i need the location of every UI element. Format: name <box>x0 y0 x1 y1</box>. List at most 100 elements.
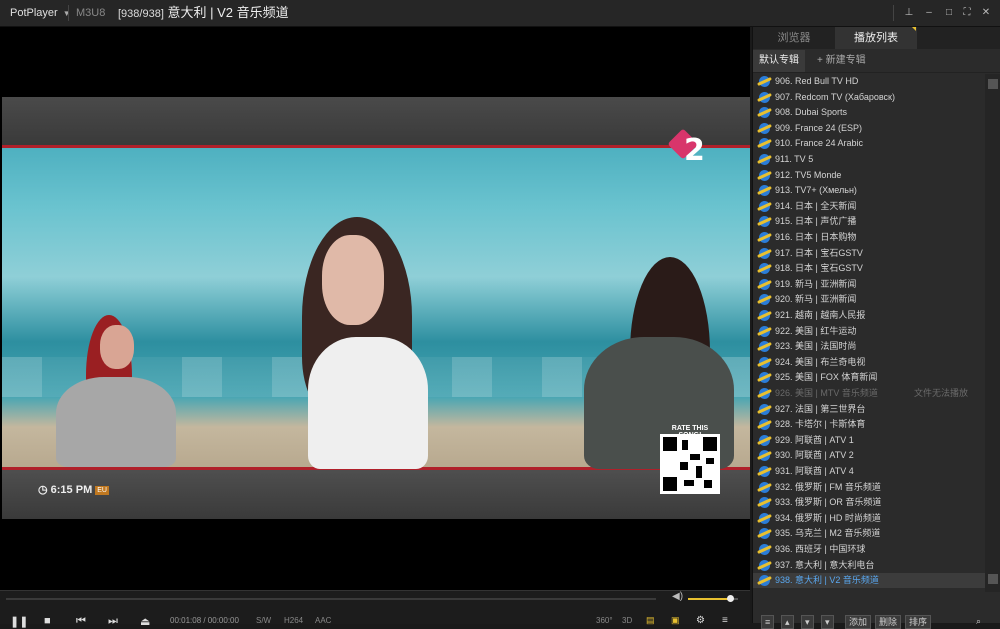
list-item-label: 918. 日本 | 宝石GSTV <box>775 263 863 274</box>
next-icon[interactable]: ⏭ <box>108 615 118 628</box>
list-item[interactable]: 911. TV 5 <box>753 152 985 167</box>
new-album-button[interactable]: + 新建专辑 <box>811 50 872 72</box>
stream-icon <box>759 528 770 540</box>
menu-icon[interactable]: ≡ <box>722 615 728 626</box>
minimize-icon[interactable]: – <box>920 4 938 22</box>
list-item[interactable]: 907. Redcom TV (Хабаровск) <box>753 90 985 105</box>
list-item[interactable]: 938. 意大利 | V2 音乐频道 <box>753 573 985 589</box>
stream-icon <box>759 356 770 368</box>
divider <box>893 5 894 21</box>
list-item[interactable]: 912. TV5 Monde <box>753 168 985 183</box>
list-item-label: 935. 乌克兰 | M2 音乐频道 <box>775 528 881 539</box>
list-item[interactable]: 921. 越南 | 越南人民报 <box>753 308 985 323</box>
tab-browser[interactable]: 浏览器 <box>753 27 835 49</box>
list-item[interactable]: 935. 乌克兰 | M2 音乐频道 <box>753 526 985 541</box>
list-item[interactable]: 908. Dubai Sports <box>753 105 985 120</box>
list-item[interactable]: 906. Red Bull TV HD <box>753 74 985 89</box>
list-item-label: 933. 俄罗斯 | OR 音乐频道 <box>775 497 882 508</box>
move-down-icon[interactable]: ▾ <box>801 615 814 629</box>
maximize-icon[interactable]: □ <box>940 4 958 22</box>
playlist-scrollbar[interactable] <box>985 74 1000 592</box>
overlay-clock: ◷ 6:15 PM EU <box>38 483 109 496</box>
subtitle-icon[interactable]: ▤ <box>646 615 655 626</box>
format-label: M3U8 <box>76 7 106 19</box>
list-item[interactable]: 933. 俄罗斯 | OR 音乐频道 <box>753 495 985 510</box>
fullscreen-icon[interactable]: ⛶ <box>958 4 976 22</box>
badge-sw[interactable]: S/W <box>256 616 271 625</box>
media-title: 意大利 | V2 音乐频道 <box>167 5 289 20</box>
app-menu-button[interactable]: PotPlayer ▼ <box>4 0 77 26</box>
stream-icon <box>759 575 770 587</box>
list-item[interactable]: 928. 卡塔尔 | 卡斯体育 <box>753 417 985 432</box>
list-item[interactable]: 925. 美国 | FOX 体育新闻 <box>753 370 985 385</box>
badge-360[interactable]: 360° <box>596 616 613 625</box>
tab-default-album[interactable]: 默认专辑 <box>753 50 805 72</box>
list-item[interactable]: 923. 美国 | 法国时尚 <box>753 339 985 354</box>
badge-codec[interactable]: H264 <box>284 616 303 625</box>
move-up-icon[interactable]: ▴ <box>781 615 794 629</box>
video-viewport[interactable]: 2 RATE THIS SONG! ◷ 6:15 PMEU <box>0 27 750 590</box>
list-item[interactable]: 926. 美国 | MTV 音乐频道 文件无法播放 <box>753 386 985 401</box>
list-item[interactable]: 920. 新马 | 亚洲新闻 <box>753 292 985 307</box>
volume-knob[interactable] <box>726 595 734 602</box>
list-item[interactable]: 922. 美国 | 红牛运动 <box>753 324 985 339</box>
stream-icon <box>759 76 770 87</box>
list-item[interactable]: 930. 阿联酋 | ATV 2 <box>753 448 985 463</box>
list-item[interactable]: 924. 美国 | 布兰奇电视 <box>753 355 985 370</box>
list-item-label: 906. Red Bull TV HD <box>775 76 859 86</box>
list-item[interactable]: 937. 意大利 | 意大利电台 <box>753 558 985 573</box>
sort-button[interactable]: 排序 <box>905 615 932 629</box>
list-item-label: 930. 阿联酋 | ATV 2 <box>775 450 854 461</box>
badge-audio[interactable]: AAC <box>315 616 331 625</box>
list-item[interactable]: 909. France 24 (ESP) <box>753 121 985 136</box>
volume-icon[interactable]: ◀) <box>672 591 683 602</box>
person-center <box>308 337 428 469</box>
list-item-label: 917. 日本 | 宝石GSTV <box>775 247 863 258</box>
seek-bar[interactable] <box>6 598 656 600</box>
add-button[interactable]: 添加 <box>845 615 872 629</box>
dropdown-icon[interactable]: ▾ <box>821 615 834 629</box>
list-item[interactable]: 917. 日本 | 宝石GSTV <box>753 246 985 261</box>
title-bar: PotPlayer ▼ M3U8 [938/938] 意大利 | V2 音乐频道 … <box>0 0 1000 27</box>
playlist-toggle-icon[interactable]: ▣ <box>671 615 680 626</box>
stop-icon[interactable]: ■ <box>44 615 51 627</box>
list-item[interactable]: 927. 法国 | 第三世界台 <box>753 402 985 417</box>
close-icon[interactable]: ✕ <box>977 4 995 22</box>
list-item[interactable]: 916. 日本 | 日本购物 <box>753 230 985 245</box>
list-item[interactable]: 914. 日本 | 全天新闻 <box>753 199 985 214</box>
delete-button[interactable]: 删除 <box>875 615 902 629</box>
list-item[interactable]: 932. 俄罗斯 | FM 音乐频道 <box>753 480 985 495</box>
stream-icon <box>759 544 770 555</box>
badge-3d[interactable]: 3D <box>622 616 632 625</box>
stream-icon <box>759 310 770 321</box>
list-item[interactable]: 919. 新马 | 亚洲新闻 <box>753 277 985 292</box>
scroll-thumb[interactable] <box>988 574 998 584</box>
list-item[interactable]: 910. France 24 Arabic <box>753 136 985 151</box>
eject-icon[interactable]: ⏏ <box>140 615 150 628</box>
list-item[interactable]: 915. 日本 | 声优广播 <box>753 214 985 229</box>
list-item[interactable]: 929. 阿联酋 | ATV 1 <box>753 433 985 448</box>
search-icon[interactable]: ⌕ <box>973 615 984 627</box>
video-frame: 2 RATE THIS SONG! ◷ 6:15 PMEU <box>2 97 750 519</box>
qr-code <box>660 434 720 494</box>
panel-menu-icon[interactable]: ≡ <box>761 615 775 629</box>
control-bar: ◀) ❚❚ ■ ⏮ ⏭ ⏏ 00:01:08 / 00:00:00 S/W H2… <box>0 590 750 628</box>
list-item[interactable]: 913. TV7+ (Хмельн) <box>753 183 985 198</box>
previous-icon[interactable]: ⏮ <box>76 615 86 628</box>
list-item[interactable]: 934. 俄罗斯 | HD 时尚频道 <box>753 511 985 526</box>
clock-time: 6:15 PM <box>50 484 93 496</box>
volume-slider[interactable] <box>688 595 738 602</box>
list-item-label: 908. Dubai Sports <box>775 107 848 118</box>
pin-icon[interactable]: ⊥ <box>900 4 918 22</box>
list-item[interactable]: 931. 阿联酋 | ATV 4 <box>753 464 985 479</box>
tab-playlist[interactable]: 播放列表 <box>835 27 917 49</box>
list-item[interactable]: 936. 西班牙 | 中国环球 <box>753 542 985 557</box>
pause-icon[interactable]: ❚❚ <box>10 615 28 628</box>
stream-icon <box>759 138 770 150</box>
app-name: PotPlayer <box>10 7 58 19</box>
scroll-up-icon[interactable] <box>988 79 998 89</box>
stream-icon <box>759 403 770 415</box>
list-item[interactable]: 918. 日本 | 宝石GSTV <box>753 261 985 276</box>
settings-icon[interactable]: ⚙ <box>696 615 705 626</box>
stream-icon <box>759 169 770 181</box>
